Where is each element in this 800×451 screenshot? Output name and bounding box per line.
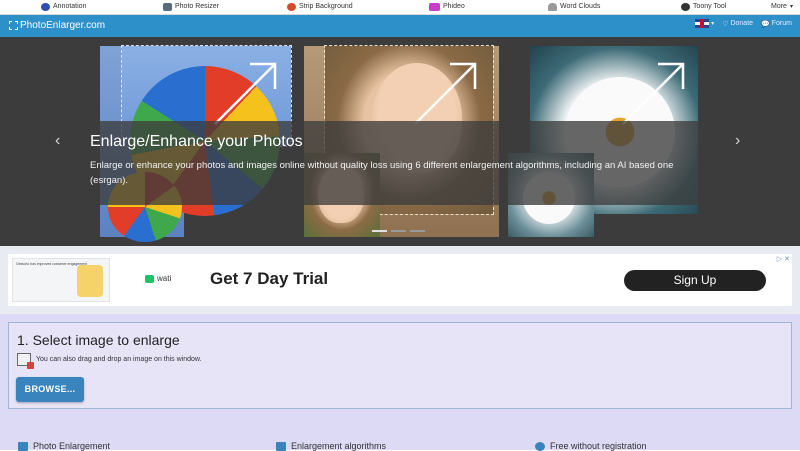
header-actions: ▾ ♡ Donate 💬 Forum [695, 19, 792, 28]
ad-signup-button[interactable]: Sign Up [624, 270, 766, 291]
carousel-dot[interactable] [391, 230, 406, 232]
chevron-down-icon: ▾ [789, 4, 793, 10]
annotation-link-label: Annotation [53, 3, 87, 10]
drag-drop-hint-text: You can also drag and drop an image on t… [36, 356, 202, 363]
strip-background-icon [287, 3, 296, 11]
ad-thumbnail: Gestorio has improved customer engagemen… [12, 258, 110, 302]
phideo-link-label: Phideo [443, 3, 465, 10]
carousel-indicators [372, 230, 425, 232]
word-clouds-link[interactable]: Word Clouds [548, 2, 600, 12]
language-selector[interactable]: ▾ [695, 19, 714, 28]
site-header: PhotoEnlarger.com ▾ ♡ Donate 💬 Forum [0, 15, 800, 37]
photo-resizer-link[interactable]: Photo Resizer [163, 2, 219, 12]
strip-background-link-label: Strip Background [299, 3, 353, 10]
strip-background-link[interactable]: Strip Background [287, 2, 353, 12]
hero-description: Enlarge or enhance your photos and image… [90, 160, 674, 186]
ad-headline: Get 7 Day Trial [210, 269, 329, 288]
hero-caption: Enlarge/Enhance your Photos Enlarge or e… [80, 121, 720, 205]
algorithm-icon [276, 441, 286, 451]
ad-brand-label: wati [157, 274, 172, 283]
donate-label: Donate [730, 20, 754, 27]
forum-icon: 💬 [761, 20, 770, 28]
donate-link[interactable]: ♡ Donate [722, 20, 753, 28]
annotation-link[interactable]: Annotation [41, 2, 86, 12]
user-icon [535, 441, 545, 451]
enlarge-arrow-icon [622, 62, 685, 125]
photo-icon [18, 441, 28, 451]
more-menu-label: More [771, 3, 787, 10]
top-tools-bar: Annotation Photo Resizer Strip Backgroun… [0, 0, 800, 15]
carousel-dot[interactable] [410, 230, 425, 232]
enlarge-arrow-icon [214, 62, 277, 125]
carousel-prev-button[interactable]: ‹ [55, 132, 60, 150]
ad-brand: wati [145, 274, 171, 283]
logo-icon [9, 21, 18, 30]
logo-text: PhotoEnlarger.com [20, 20, 106, 31]
ad-thumbnail-text: Gestorio has improved customer engagemen… [16, 262, 88, 266]
toony-tool-icon [681, 3, 690, 11]
carousel-dot[interactable] [372, 230, 387, 232]
select-image-panel: 1. Select image to enlarge You can also … [8, 322, 792, 409]
chevron-down-icon: ▾ [711, 21, 715, 27]
ad-choices-icon[interactable]: ▷ ✕ [777, 255, 790, 263]
more-menu[interactable]: More ▾ [771, 2, 793, 12]
photo-resizer-icon [163, 3, 172, 11]
donate-icon: ♡ [722, 20, 729, 28]
drag-drop-hint: You can also drag and drop an image on t… [17, 353, 202, 369]
wati-logo-icon [145, 274, 154, 283]
word-clouds-link-label: Word Clouds [560, 3, 601, 10]
ad-area: Gestorio has improved customer engagemen… [0, 246, 800, 314]
drag-drop-icon [17, 353, 34, 369]
select-image-title: 1. Select image to enlarge [17, 332, 180, 348]
word-clouds-icon [548, 3, 557, 11]
toony-tool-link-label: Toony Tool [693, 3, 727, 10]
site-logo[interactable]: PhotoEnlarger.com [9, 20, 105, 31]
forum-link[interactable]: 💬 Forum [761, 20, 792, 28]
hero-carousel: Enlarge/Enhance your Photos Enlarge or e… [0, 37, 800, 246]
carousel-next-button[interactable]: › [735, 132, 740, 150]
phideo-link[interactable]: Phideo [429, 2, 465, 12]
ad-person-image [77, 265, 103, 297]
toony-tool-link[interactable]: Toony Tool [681, 2, 726, 12]
annotation-icon [41, 3, 50, 11]
browse-button[interactable]: BROWSE... [16, 377, 84, 402]
photo-resizer-link-label: Photo Resizer [175, 3, 219, 10]
forum-label: Forum [771, 20, 792, 27]
phideo-icon [429, 3, 440, 11]
uk-flag-icon [695, 19, 710, 28]
advertisement-banner[interactable]: Gestorio has improved customer engagemen… [8, 254, 792, 306]
enlarge-arrow-icon [414, 62, 477, 125]
hero-title: Enlarge/Enhance your Photos [90, 133, 303, 150]
